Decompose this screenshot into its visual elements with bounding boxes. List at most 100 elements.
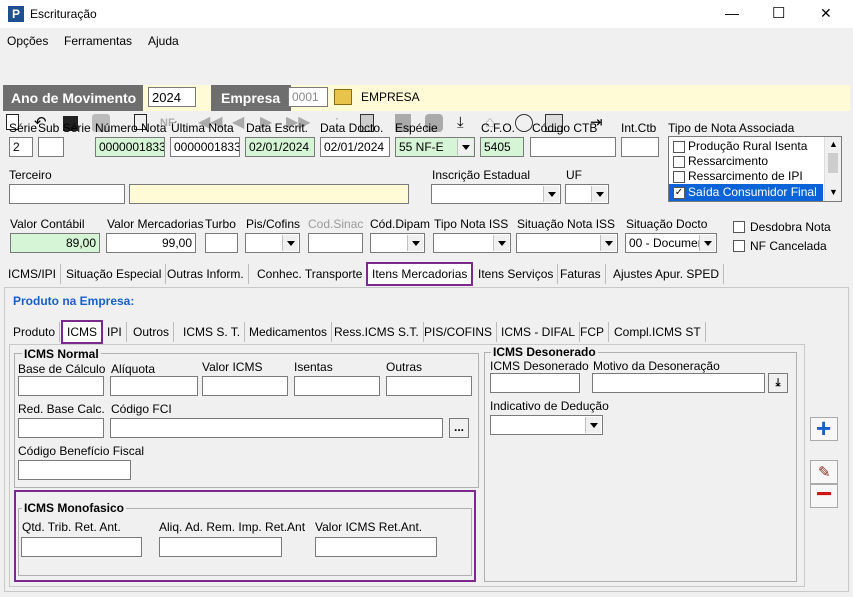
beneficio-input[interactable] [18, 460, 131, 480]
download-icon[interactable]: ⤓ [457, 114, 475, 132]
especie-select[interactable]: 55 NF-E [395, 137, 475, 157]
terceiro-code-input[interactable] [9, 184, 125, 204]
inscricao-select[interactable] [431, 184, 561, 204]
aliquota-input[interactable] [110, 376, 198, 396]
chevron-down-icon [407, 235, 423, 251]
indicativo-deducao-label: Indicativo de Dedução [490, 399, 609, 413]
scroll-down-icon[interactable]: ▼ [829, 187, 838, 197]
subtab-icms[interactable]: ICMS [61, 320, 103, 344]
cod-dipam-select[interactable] [370, 233, 425, 253]
indicativo-deducao-select[interactable] [490, 415, 603, 435]
tab-faturas[interactable]: Faturas [556, 264, 606, 284]
pis-cofins-select[interactable] [245, 233, 300, 253]
valor-icms-ret-input[interactable] [315, 537, 437, 557]
toolbar: ↶ NF ◀◀ ◀ ▶ ▶▶ ⋮ ⤓ ⌂ ⇥ [0, 55, 853, 132]
uf-label: UF [566, 168, 582, 182]
tipo-iss-label: Tipo Nota ISS [434, 217, 509, 231]
codigo-fci-browse-button[interactable]: ... [449, 418, 469, 438]
menu-bar: Opções Ferramentas Ajuda [0, 32, 853, 50]
motivo-desoneracao-label: Motivo da Desoneração [593, 359, 720, 373]
tipo-nota-checkbox-3[interactable]: ✓ [673, 187, 685, 199]
tipo-nota-item: Ressarcimento de IPI [688, 169, 803, 183]
tipo-nota-checkbox-2[interactable] [673, 171, 685, 183]
add-button[interactable]: + [810, 413, 838, 443]
sit-iss-select[interactable] [516, 233, 618, 253]
codigo-ctb-input[interactable] [530, 137, 616, 157]
tab-outras-inform[interactable]: Outras Inform. [163, 264, 249, 284]
close-button[interactable]: ✕ [820, 5, 832, 22]
numero-nota-input[interactable]: 0000001833 [95, 137, 165, 157]
scroll-thumb[interactable] [828, 153, 838, 173]
tab-ajustes-apur-sped[interactable]: Ajustes Apur. SPED [609, 264, 725, 284]
motivo-desoneracao-input[interactable] [592, 373, 765, 393]
qtd-trib-label: Qtd. Trib. Ret. Ant. [22, 520, 121, 534]
menu-ajuda[interactable]: Ajuda [148, 34, 179, 48]
cfo-input[interactable]: 5405 [480, 137, 524, 157]
valor-mercadorias-input[interactable]: 99,00 [106, 233, 196, 253]
isentas-label: Isentas [294, 360, 333, 374]
subtab-fcp[interactable]: FCP [576, 322, 609, 342]
icms-desonerado-input[interactable] [490, 373, 580, 393]
nf-cancelada-checkbox[interactable] [733, 240, 745, 252]
turbo-input[interactable] [205, 233, 238, 253]
sit-docto-select[interactable]: 00 - Documen [625, 233, 717, 253]
aliq-ad-rem-input[interactable] [159, 537, 282, 557]
chevron-down-icon [585, 417, 601, 433]
subtab-ipi[interactable]: IPI [103, 322, 127, 342]
scroll-up-icon[interactable]: ▲ [829, 139, 838, 149]
qtd-trib-input[interactable] [21, 537, 142, 557]
valor-icms-input[interactable] [202, 376, 288, 396]
maximize-button[interactable]: ☐ [772, 4, 785, 22]
isentas-input[interactable] [294, 376, 380, 396]
red-base-input[interactable] [18, 418, 104, 438]
subtab-icms-difal[interactable]: ICMS - DIFAL [497, 322, 581, 342]
data-escrit-input[interactable]: 02/01/2024 [245, 137, 315, 157]
tipo-nota-item: Saída Consumidor Final [688, 185, 817, 199]
chevron-down-icon [543, 186, 559, 202]
menu-ferramentas[interactable]: Ferramentas [64, 34, 132, 48]
desdobra-label: Desdobra Nota [750, 220, 831, 234]
valor-icms-label: Valor ICMS [202, 360, 263, 374]
money-icon[interactable] [515, 114, 533, 132]
tipo-nota-list[interactable]: Produção Rural Isenta Ressarcimento Ress… [668, 136, 842, 202]
tab-conhec-transporte[interactable]: Conhec. Transporte [253, 264, 368, 284]
subtab-produto[interactable]: Produto [9, 322, 61, 342]
desdobra-checkbox[interactable] [733, 221, 745, 233]
tab-icms-ipi[interactable]: ICMS/IPI [4, 264, 62, 284]
int-ctb-input[interactable] [621, 137, 659, 157]
tab-itens-servicos[interactable]: Itens Serviços [474, 264, 559, 284]
subtab-icms-st[interactable]: ICMS S. T. [179, 322, 246, 342]
ano-input[interactable]: 2024 [148, 87, 196, 107]
folder-open-icon[interactable] [334, 89, 352, 105]
base-calculo-input[interactable] [18, 376, 104, 396]
tipo-iss-select[interactable] [433, 233, 511, 253]
uf-select[interactable] [565, 184, 609, 204]
icms-desonerado-title: ICMS Desonerado [491, 345, 598, 359]
tab-itens-mercadorias[interactable]: Itens Mercadorias [366, 262, 474, 286]
menu-opcoes[interactable]: Opções [7, 34, 48, 48]
subtab-ress-icms-st[interactable]: Ress.ICMS S.T. [330, 322, 424, 342]
subtab-compl-icms-st[interactable]: Compl.ICMS ST [610, 322, 706, 342]
subtab-outros[interactable]: Outros [129, 322, 175, 342]
data-docto-input[interactable]: 02/01/2024 [320, 137, 390, 157]
tipo-nota-label: Tipo de Nota Associada [668, 121, 795, 135]
subtab-pis-cofins[interactable]: PIS/COFINS [420, 322, 498, 342]
tipo-nota-checkbox-0[interactable] [673, 141, 685, 153]
serie-input[interactable]: 2 [9, 137, 33, 157]
icms-desonerado-label: ICMS Desonerado [490, 359, 589, 373]
turbo-label: Turbo [205, 217, 236, 231]
empresa-code-input[interactable]: 0001 [288, 87, 328, 107]
tab-situacao-especial[interactable]: Situação Especial [62, 264, 167, 284]
valor-contabil-input[interactable]: 89,00 [10, 233, 100, 253]
ultima-label: Última Nota [171, 121, 234, 135]
minimize-button[interactable]: — [725, 5, 739, 21]
motivo-dropdown-button[interactable]: ⤓ [768, 373, 788, 393]
subserie-input[interactable] [38, 137, 64, 157]
codigo-fci-input[interactable] [110, 418, 443, 438]
outras-input[interactable] [386, 376, 472, 396]
tipo-nota-checkbox-1[interactable] [673, 156, 685, 168]
remove-button[interactable]: − [810, 478, 838, 509]
subtab-medicamentos[interactable]: Medicamentos [245, 322, 333, 342]
tipo-nota-scrollbar[interactable]: ▲ ▼ [824, 137, 841, 201]
sit-docto-label: Situação Docto [626, 217, 708, 231]
